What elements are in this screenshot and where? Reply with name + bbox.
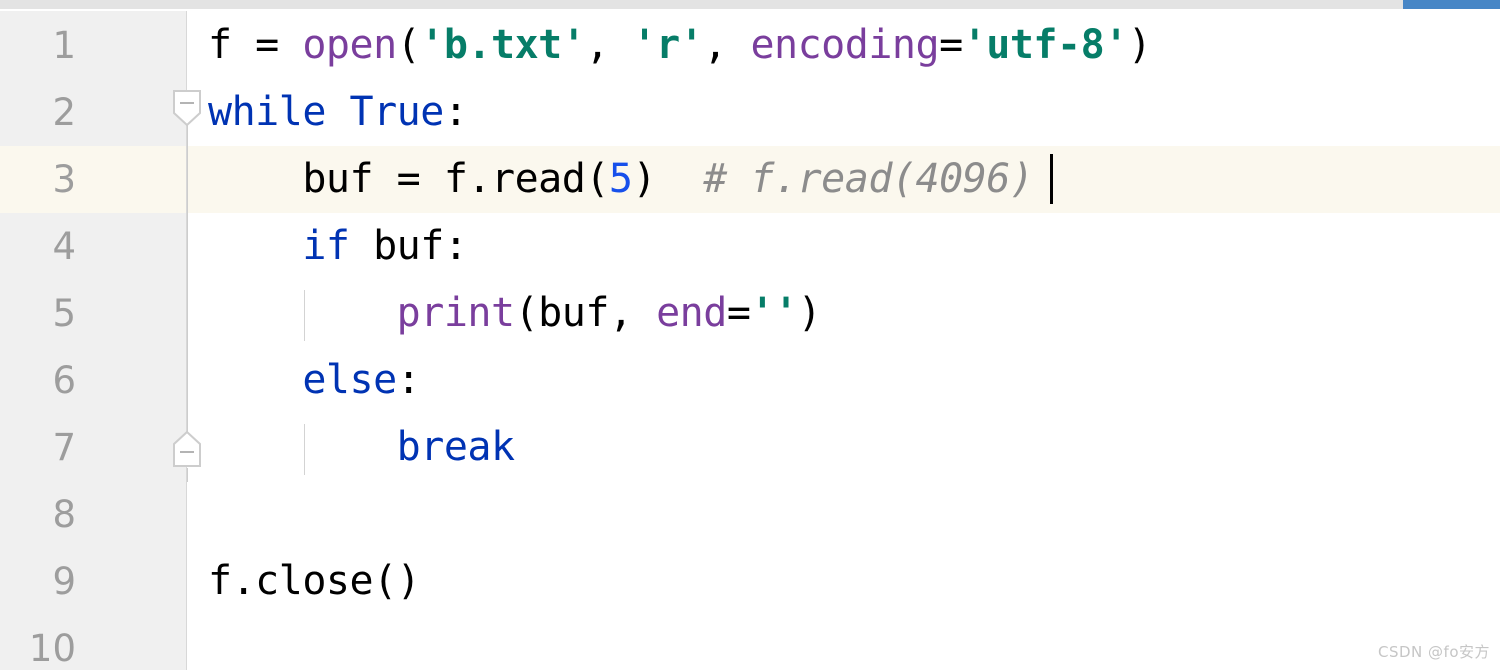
code-line[interactable]: 3 buf = f.read(5) # f.read(4096) bbox=[0, 146, 1500, 213]
line-number: 1 bbox=[52, 24, 76, 67]
line-number: 8 bbox=[52, 493, 76, 536]
code-line[interactable]: 8 bbox=[0, 481, 1500, 548]
line-number: 10 bbox=[28, 627, 76, 670]
editor-viewport[interactable]: 1f = open('b.txt', 'r', encoding='utf-8'… bbox=[0, 11, 1500, 670]
code-text[interactable]: else: bbox=[208, 347, 420, 414]
line-number: 6 bbox=[52, 359, 76, 402]
code-token-op: f bbox=[208, 22, 256, 68]
code-token-op bbox=[208, 424, 397, 470]
line-number: 2 bbox=[52, 91, 76, 134]
code-token-op: ( bbox=[396, 22, 421, 68]
code-token-str: 'utf-8' bbox=[962, 22, 1129, 68]
watermark: CSDN @fo安方 bbox=[1378, 643, 1490, 661]
fold-marker-start[interactable] bbox=[172, 89, 202, 127]
code-token-op: = bbox=[939, 22, 963, 68]
code-token-kwarg: encoding bbox=[750, 22, 940, 68]
code-token-fn: print bbox=[396, 290, 515, 336]
code-token-op: : bbox=[443, 89, 468, 135]
code-token-op: : bbox=[396, 357, 421, 403]
code-token-str: '' bbox=[750, 290, 798, 336]
horizontal-scrollbar[interactable] bbox=[0, 0, 1500, 11]
scrollbar-base bbox=[0, 9, 1500, 11]
code-line[interactable]: 4 if buf: bbox=[0, 213, 1500, 280]
code-token-kw: while bbox=[208, 89, 350, 135]
code-token-op: , bbox=[585, 22, 633, 68]
code-token-kw: if bbox=[302, 223, 374, 269]
code-token-op: ) bbox=[797, 290, 822, 336]
code-text[interactable]: f = open('b.txt', 'r', encoding='utf-8') bbox=[208, 12, 1152, 79]
code-text[interactable]: while True: bbox=[208, 79, 468, 146]
code-line[interactable]: 5 print(buf, end='') bbox=[0, 280, 1500, 347]
code-line[interactable]: 7 break bbox=[0, 414, 1500, 481]
code-token-op bbox=[208, 357, 302, 403]
code-token-op: ) bbox=[1127, 22, 1152, 68]
fold-region-line-tail bbox=[187, 468, 188, 482]
horizontal-scroll-thumb[interactable] bbox=[1403, 0, 1500, 9]
code-token-str: 'b.txt' bbox=[420, 22, 586, 68]
code-line[interactable]: 10 bbox=[0, 615, 1500, 670]
code-line[interactable]: 9 f.close() bbox=[0, 548, 1500, 615]
code-token-op: buf = f.read( bbox=[208, 156, 609, 202]
line-number: 4 bbox=[52, 225, 76, 268]
code-token-op: ) bbox=[632, 156, 704, 202]
code-text[interactable]: buf = f.read(5) # f.read(4096) bbox=[208, 146, 1034, 213]
code-token-kw: else bbox=[302, 357, 397, 403]
code-token-op: (buf, bbox=[514, 290, 657, 336]
code-token-cmt: # f.read(4096) bbox=[703, 156, 1034, 202]
code-token-kwarg: end bbox=[656, 290, 727, 336]
code-token-op: f.close() bbox=[208, 558, 421, 604]
code-token-op: : bbox=[443, 223, 468, 269]
code-text[interactable]: if buf: bbox=[208, 213, 468, 280]
code-token-op: = bbox=[255, 22, 303, 68]
code-token-op bbox=[208, 223, 302, 269]
code-token-fn: open bbox=[302, 22, 397, 68]
code-token-op: , bbox=[703, 22, 751, 68]
line-number: 5 bbox=[52, 292, 76, 335]
code-token-op bbox=[208, 290, 397, 336]
code-token-op: buf bbox=[373, 223, 444, 269]
code-text[interactable]: print(buf, end='') bbox=[208, 280, 822, 347]
fold-region-line bbox=[187, 125, 188, 432]
code-token-op: = bbox=[726, 290, 751, 336]
code-token-str: 'r' bbox=[632, 22, 704, 68]
text-caret bbox=[1049, 154, 1053, 204]
line-number: 7 bbox=[52, 426, 76, 469]
line-number: 3 bbox=[52, 158, 76, 201]
code-token-num: 5 bbox=[608, 156, 633, 202]
code-line[interactable]: 2 while True: bbox=[0, 79, 1500, 146]
code-editor-screenshot: 1f = open('b.txt', 'r', encoding='utf-8'… bbox=[0, 0, 1500, 670]
code-line[interactable]: 1f = open('b.txt', 'r', encoding='utf-8'… bbox=[0, 12, 1500, 79]
code-token-kw: break bbox=[396, 424, 515, 470]
code-token-kw: True bbox=[349, 89, 445, 135]
code-line[interactable]: 6 else: bbox=[0, 347, 1500, 414]
line-number: 9 bbox=[52, 560, 76, 603]
code-text[interactable]: f.close() bbox=[208, 548, 421, 615]
code-text[interactable]: break bbox=[208, 414, 515, 481]
scrollbar-track[interactable] bbox=[0, 0, 1500, 9]
fold-marker-end[interactable] bbox=[172, 430, 202, 468]
